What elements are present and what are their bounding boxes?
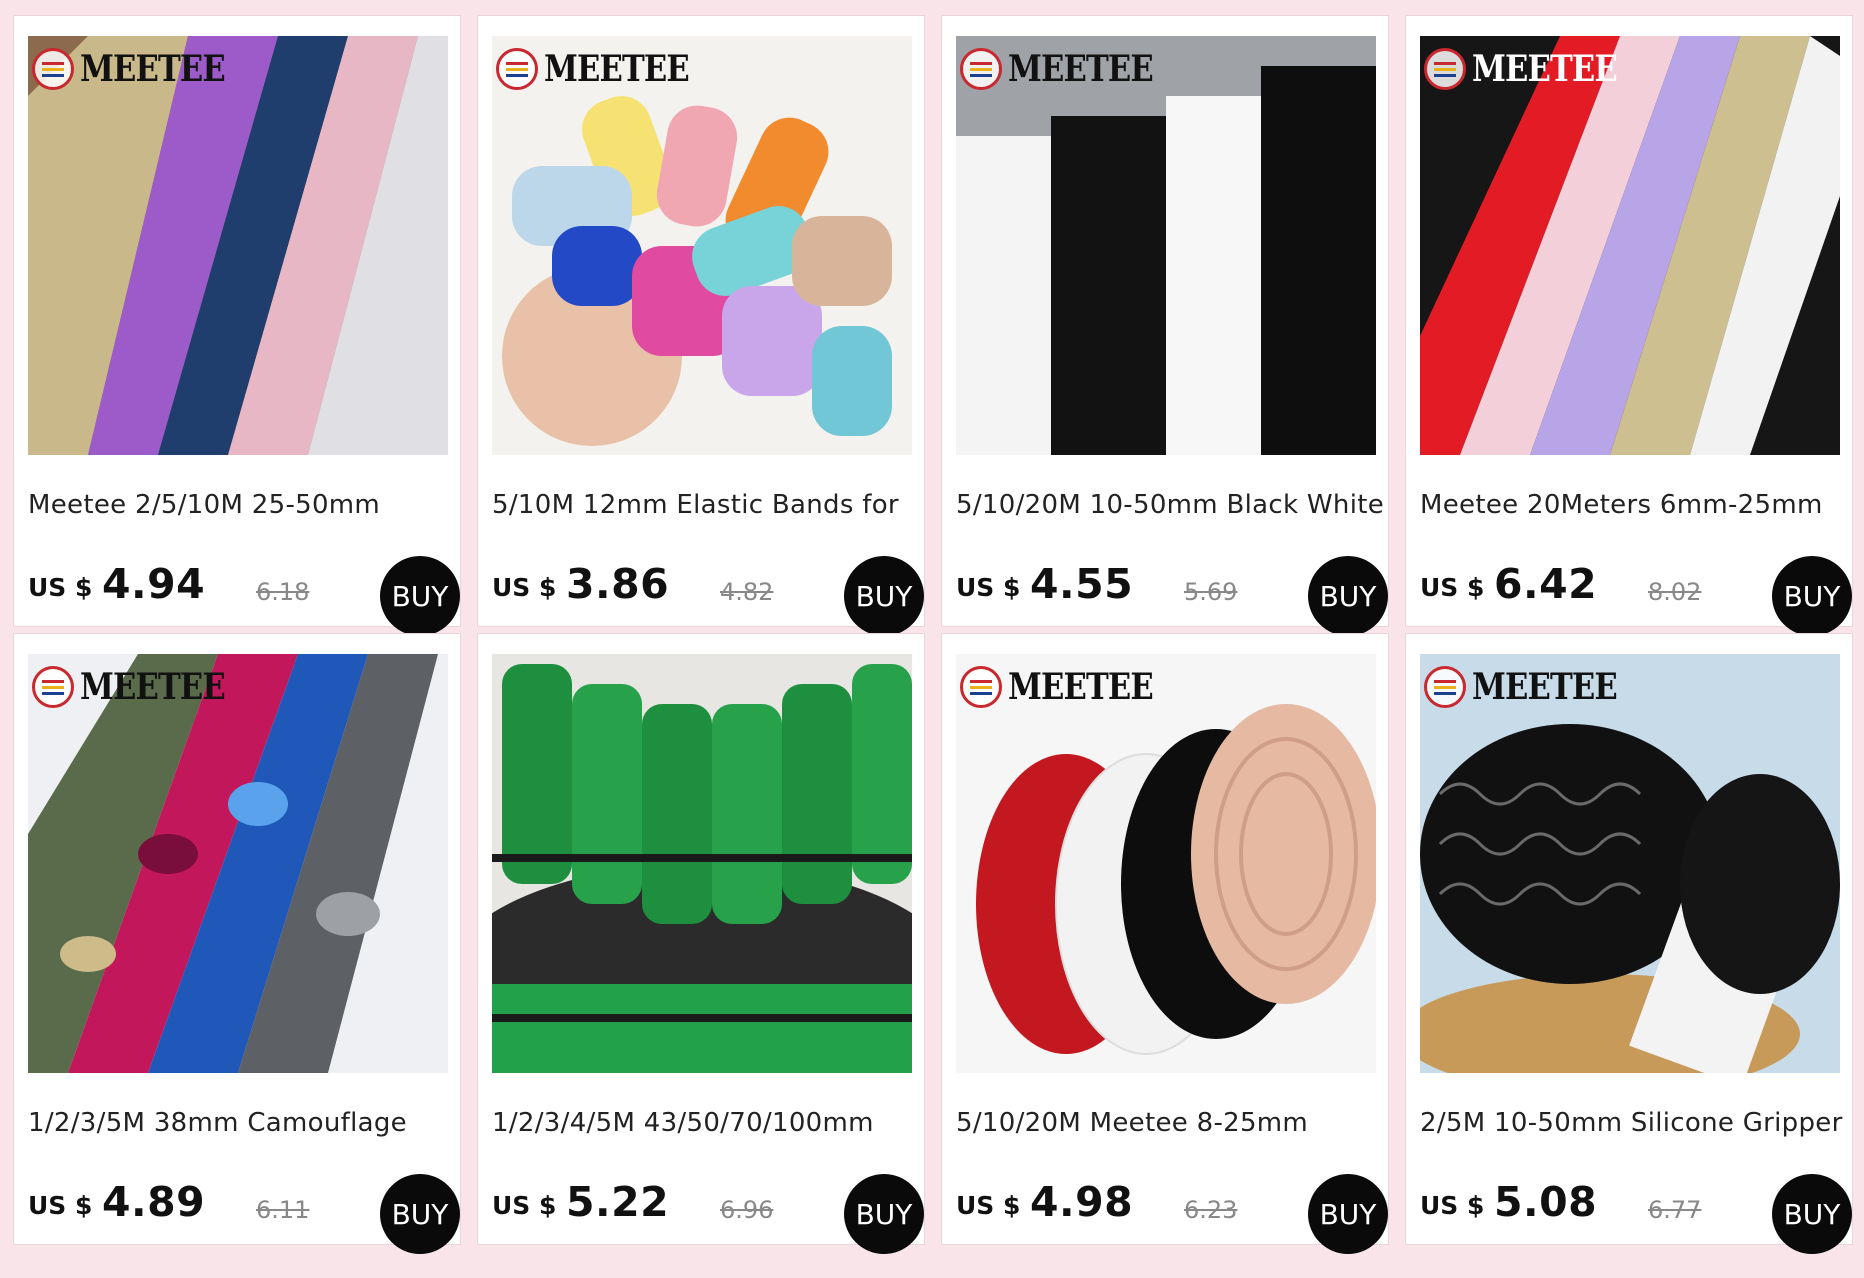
sale-price: 4.94 — [102, 560, 206, 608]
sale-price: 3.86 — [566, 560, 670, 608]
product-title[interactable]: Meetee 20Meters 6mm-25mm — [1420, 490, 1850, 520]
buy-button[interactable]: BUY — [1772, 1174, 1852, 1254]
brand-logo: MEETEE — [1424, 660, 1642, 714]
sale-price: 4.89 — [102, 1178, 206, 1226]
price-row: US $ 5.22 6.96 BUY — [492, 1174, 924, 1254]
buy-button[interactable]: BUY — [1308, 556, 1388, 636]
currency-label: US $ — [492, 573, 557, 602]
product-title[interactable]: 2/5M 10-50mm Silicone Gripper — [1420, 1108, 1850, 1138]
product-title[interactable]: 1/2/3/5M 38mm Camouflage — [28, 1108, 458, 1138]
product-card[interactable]: MEETEE 5/10/20M 10-50mm Black White US $… — [941, 15, 1389, 636]
price-row: US $ 4.55 5.69 BUY — [956, 556, 1388, 636]
product-title[interactable]: Meetee 2/5/10M 25-50mm — [28, 490, 458, 520]
brand-logo: MEETEE — [32, 42, 250, 96]
product-image[interactable]: MEETEE — [956, 654, 1376, 1073]
original-price: 4.82 — [720, 578, 774, 606]
product-image[interactable]: MEETEE — [28, 654, 448, 1073]
original-price: 6.23 — [1184, 1196, 1238, 1224]
original-price: 6.77 — [1648, 1196, 1702, 1224]
original-price: 5.69 — [1184, 578, 1238, 606]
product-image[interactable] — [492, 654, 912, 1073]
product-card[interactable]: MEETEE Meetee 2/5/10M 25-50mm US $ 4.94 … — [13, 15, 461, 636]
price-row: US $ 4.89 6.11 BUY — [28, 1174, 460, 1254]
brand-logo-icon — [496, 48, 538, 90]
product-image[interactable]: MEETEE — [492, 36, 912, 455]
brand-logo-icon — [960, 48, 1002, 90]
price-row: US $ 4.98 6.23 BUY — [956, 1174, 1388, 1254]
product-image[interactable]: MEETEE — [1420, 36, 1840, 455]
currency-label: US $ — [1420, 1191, 1485, 1220]
sale-price: 4.98 — [1030, 1178, 1134, 1226]
product-card[interactable]: MEETEE Meetee 20Meters 6mm-25mm US $ 6.4… — [1405, 15, 1853, 636]
brand-logo: MEETEE — [1424, 42, 1642, 96]
product-card[interactable]: 1/2/3/4/5M 43/50/70/100mm US $ 5.22 6.96… — [477, 633, 925, 1254]
price-row: US $ 3.86 4.82 BUY — [492, 556, 924, 636]
sale-price: 5.08 — [1494, 1178, 1598, 1226]
currency-label: US $ — [492, 1191, 557, 1220]
original-price: 6.18 — [256, 578, 310, 606]
sale-price: 5.22 — [566, 1178, 670, 1226]
brand-logo: MEETEE — [960, 42, 1178, 96]
brand-logo-icon — [1424, 666, 1466, 708]
sale-price: 6.42 — [1494, 560, 1598, 608]
product-title[interactable]: 1/2/3/4/5M 43/50/70/100mm — [492, 1108, 922, 1138]
currency-label: US $ — [956, 1191, 1021, 1220]
price-row: US $ 4.94 6.18 BUY — [28, 556, 460, 636]
brand-logo-icon — [1424, 48, 1466, 90]
original-price: 8.02 — [1648, 578, 1702, 606]
sale-price: 4.55 — [1030, 560, 1134, 608]
product-image[interactable]: MEETEE — [956, 36, 1376, 455]
currency-label: US $ — [28, 573, 93, 602]
product-card[interactable]: MEETEE 5/10M 12mm Elastic Bands for US $… — [477, 15, 925, 636]
buy-button[interactable]: BUY — [1772, 556, 1852, 636]
product-card[interactable]: MEETEE 5/10/20M Meetee 8-25mm US $ 4.98 … — [941, 633, 1389, 1254]
brand-logo: MEETEE — [32, 660, 250, 714]
brand-logo: MEETEE — [496, 42, 714, 96]
buy-button[interactable]: BUY — [844, 1174, 924, 1254]
price-row: US $ 5.08 6.77 BUY — [1420, 1174, 1852, 1254]
buy-button[interactable]: BUY — [844, 556, 924, 636]
product-title[interactable]: 5/10/20M Meetee 8-25mm — [956, 1108, 1386, 1138]
price-row: US $ 6.42 8.02 BUY — [1420, 556, 1852, 636]
currency-label: US $ — [28, 1191, 93, 1220]
product-card[interactable]: MEETEE 2/5M 10-50mm Silicone Gripper US … — [1405, 633, 1853, 1254]
product-image[interactable]: MEETEE — [28, 36, 448, 455]
buy-button[interactable]: BUY — [1308, 1174, 1388, 1254]
brand-logo-icon — [960, 666, 1002, 708]
original-price: 6.96 — [720, 1196, 774, 1224]
brand-logo-icon — [32, 666, 74, 708]
product-grid: MEETEE Meetee 2/5/10M 25-50mm US $ 4.94 … — [0, 0, 1864, 1278]
brand-logo: MEETEE — [960, 660, 1178, 714]
original-price: 6.11 — [256, 1196, 310, 1224]
product-title[interactable]: 5/10M 12mm Elastic Bands for — [492, 490, 922, 520]
product-image[interactable]: MEETEE — [1420, 654, 1840, 1073]
currency-label: US $ — [1420, 573, 1485, 602]
buy-button[interactable]: BUY — [380, 1174, 460, 1254]
buy-button[interactable]: BUY — [380, 556, 460, 636]
currency-label: US $ — [956, 573, 1021, 602]
product-card[interactable]: MEETEE 1/2/3/5M 38mm Camouflage US $ 4.8… — [13, 633, 461, 1254]
product-title[interactable]: 5/10/20M 10-50mm Black White — [956, 490, 1386, 520]
brand-logo-icon — [32, 48, 74, 90]
